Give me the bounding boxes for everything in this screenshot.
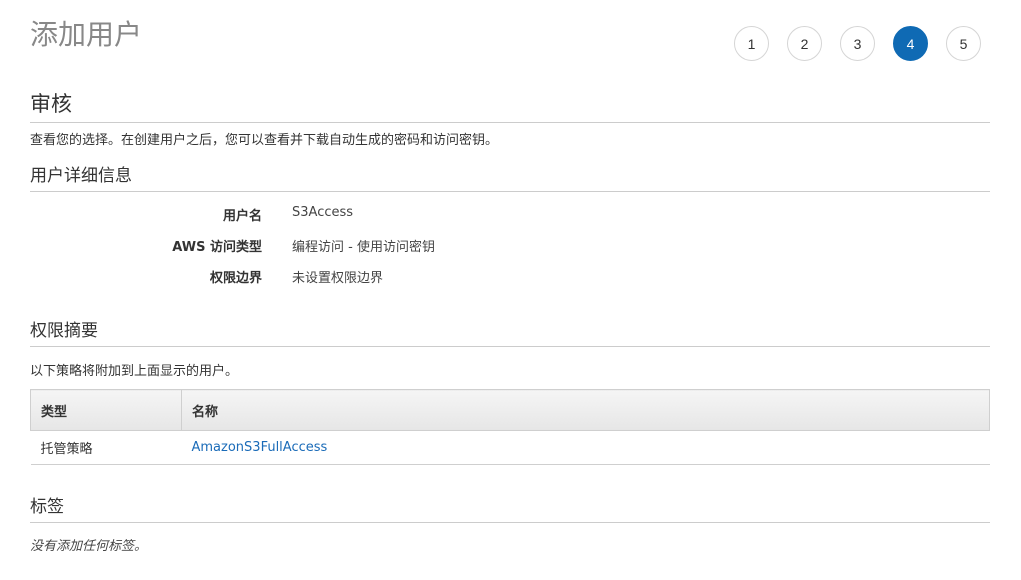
review-description: 查看您的选择。在创建用户之后，您可以查看并下载自动生成的密码和访问密钥。 <box>30 133 499 148</box>
no-tags-message: 没有添加任何标签。 <box>30 539 148 554</box>
detail-row-username: 用户名 S3Access <box>30 205 630 225</box>
permissions-table: 类型 名称 托管策略 AmazonS3FullAccess <box>30 389 990 465</box>
table-row: 托管策略 AmazonS3FullAccess <box>30 430 990 465</box>
username-value: S3Access <box>292 205 354 220</box>
detail-row-permissions-boundary: 权限边界 未设置权限边界 <box>30 267 630 287</box>
step-4-current[interactable]: 4 <box>893 26 928 61</box>
review-heading: 审核 <box>30 89 990 123</box>
policy-type-cell: 托管策略 <box>30 430 182 465</box>
step-indicator: 1 2 3 4 5 <box>716 26 981 61</box>
permissions-summary-heading: 权限摘要 <box>30 318 990 347</box>
access-type-label: AWS 访问类型 <box>172 240 262 255</box>
username-label: 用户名 <box>222 209 262 224</box>
permissions-boundary-value: 未设置权限边界 <box>292 271 384 286</box>
table-header-row: 类型 名称 <box>30 389 990 431</box>
policy-name-cell: AmazonS3FullAccess <box>181 430 990 465</box>
permissions-boundary-label: 权限边界 <box>209 271 262 286</box>
step-5[interactable]: 5 <box>946 26 981 61</box>
step-3[interactable]: 3 <box>840 26 875 61</box>
page-title: 添加用户 <box>30 18 143 51</box>
policy-link[interactable]: AmazonS3FullAccess <box>192 440 328 455</box>
tags-heading: 标签 <box>30 494 990 523</box>
permissions-description: 以下策略将附加到上面显示的用户。 <box>30 364 239 379</box>
step-1[interactable]: 1 <box>734 26 769 61</box>
access-type-value: 编程访问 - 使用访问密钥 <box>292 240 435 255</box>
column-header-name: 名称 <box>181 389 990 431</box>
step-2[interactable]: 2 <box>787 26 822 61</box>
detail-row-access-type: AWS 访问类型 编程访问 - 使用访问密钥 <box>30 236 630 256</box>
user-details-heading: 用户详细信息 <box>30 163 990 192</box>
column-header-type: 类型 <box>30 389 182 431</box>
